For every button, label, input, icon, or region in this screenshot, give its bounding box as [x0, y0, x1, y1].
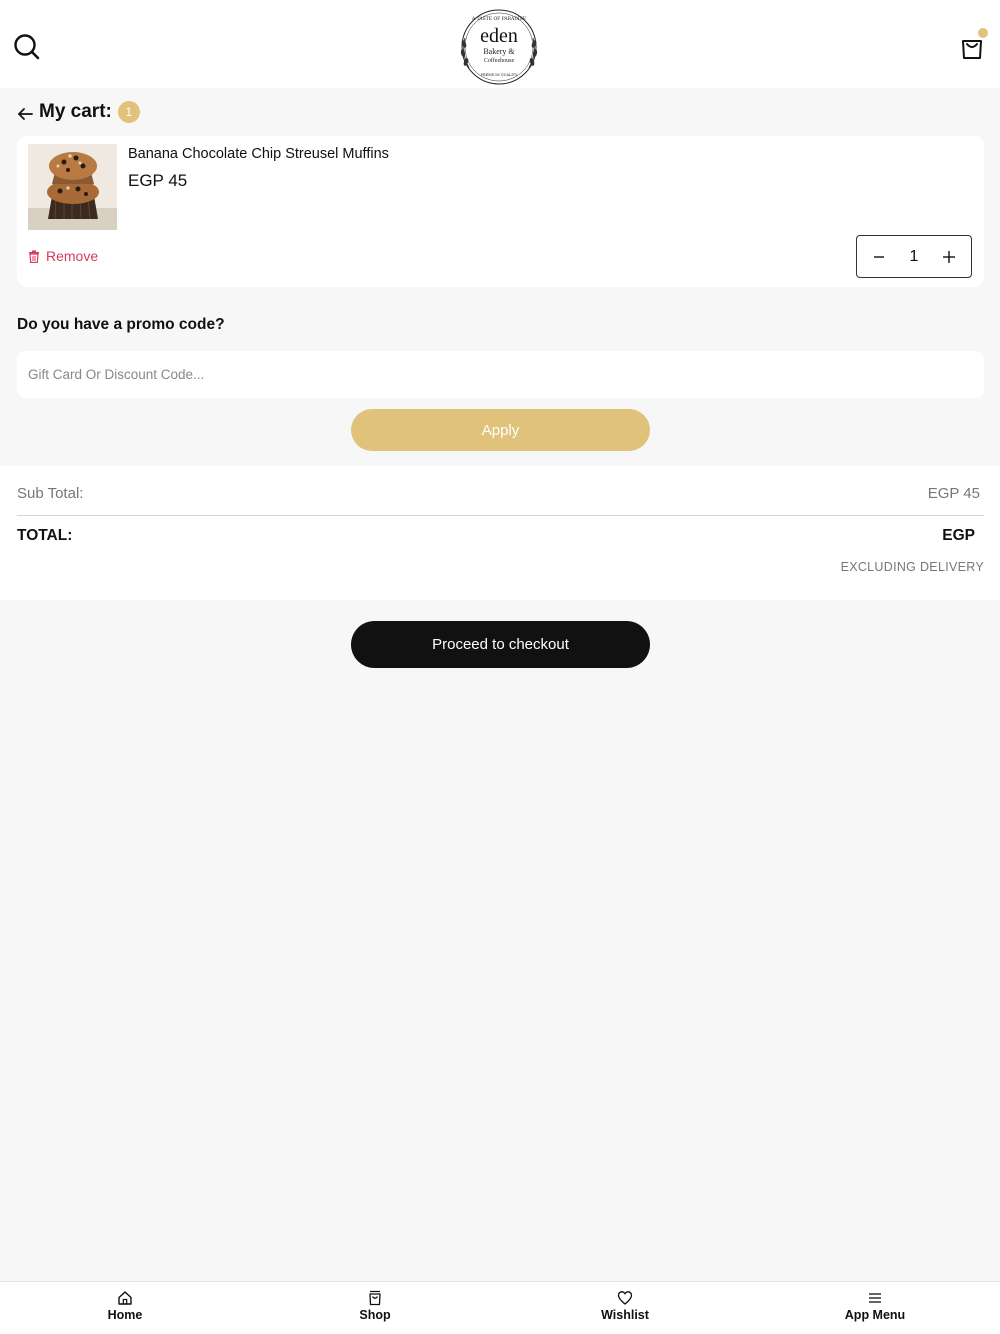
quantity-value[interactable]: 1 — [910, 248, 919, 266]
total-value: EGP — [942, 527, 975, 544]
home-icon — [118, 1291, 132, 1305]
minus-icon[interactable] — [871, 249, 887, 265]
plus-icon[interactable] — [941, 249, 957, 265]
promo-code-input[interactable] — [17, 351, 984, 398]
totals-panel: Sub Total: EGP 45 TOTAL: EGP EXCLUDING D… — [0, 466, 1000, 600]
apply-button[interactable]: Apply — [351, 409, 650, 451]
product-thumbnail[interactable] — [28, 144, 117, 230]
product-name[interactable]: Banana Chocolate Chip Streusel Muffins — [128, 146, 389, 162]
cart-title-row: My cart: 1 — [17, 98, 140, 126]
menu-icon — [869, 1293, 881, 1303]
promo-label: Do you have a promo code? — [17, 316, 225, 333]
subtotal-label: Sub Total: — [17, 485, 84, 502]
shopping-bag-icon — [369, 1290, 381, 1306]
excluding-delivery-note: EXCLUDING DELIVERY — [840, 560, 984, 574]
product-price: EGP 45 — [128, 171, 188, 190]
cart-item: Banana Chocolate Chip Streusel Muffins E… — [17, 136, 984, 287]
back-arrow-icon[interactable] — [17, 105, 35, 123]
checkout-button[interactable]: Proceed to checkout — [351, 621, 650, 668]
logo-arc-text: A TASTE OF PARADISE — [471, 16, 526, 22]
remove-label: Remove — [46, 248, 99, 264]
total-label: TOTAL: — [17, 527, 73, 544]
nav-label-wishlist: Wishlist — [601, 1308, 649, 1322]
trash-icon — [29, 250, 39, 263]
cart-count-badge: 1 — [117, 101, 140, 123]
bottom-nav: Home Shop Wishlist App Menu — [0, 1281, 1000, 1334]
nav-item-app-menu[interactable]: App Menu — [750, 1282, 1000, 1334]
logo-subtitle-1: Bakery & — [483, 47, 515, 56]
totals-divider — [17, 515, 984, 516]
logo-bottom-text: PREMIUM QUALITY — [481, 73, 518, 77]
nav-label-shop: Shop — [359, 1308, 391, 1322]
remove-button[interactable]: Remove — [28, 248, 98, 264]
nav-item-wishlist[interactable]: Wishlist — [500, 1282, 750, 1334]
nav-label-app-menu: App Menu — [844, 1308, 906, 1322]
heart-icon — [617, 1291, 633, 1305]
logo-subtitle-2: Coffeehouse — [484, 57, 515, 64]
quantity-stepper: 1 — [856, 235, 972, 278]
cart-title: My cart: — [39, 101, 112, 122]
cart-notification-dot — [978, 28, 988, 38]
eden-logo[interactable]: A TASTE OF PARADISE eden Bakery & Coffee… — [455, 8, 543, 86]
logo-brand: eden — [480, 25, 518, 47]
nav-item-home[interactable]: Home — [0, 1282, 250, 1334]
nav-item-shop[interactable]: Shop — [250, 1282, 500, 1334]
nav-label-home: Home — [107, 1308, 143, 1322]
subtotal-value: EGP 45 — [927, 485, 980, 502]
search-icon[interactable] — [12, 32, 42, 62]
top-header: A TASTE OF PARADISE eden Bakery & Coffee… — [0, 0, 1000, 88]
